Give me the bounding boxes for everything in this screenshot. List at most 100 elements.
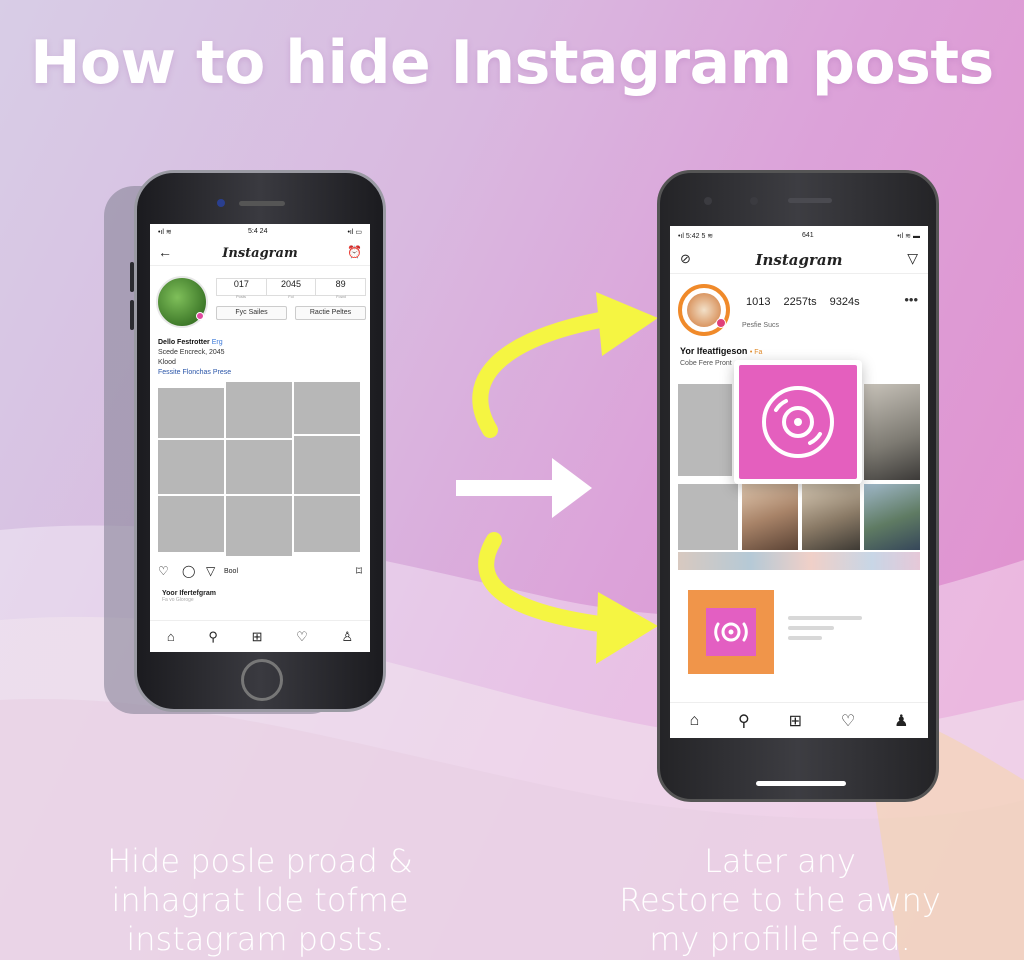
speaker-grille [239,201,285,206]
status-time: 5:4 24 [248,228,268,235]
profile-icon[interactable]: ♙ [341,629,353,645]
instagram-post-image [706,608,756,656]
stat-followers[interactable]: 2257ts [784,296,817,308]
caption-line: Later any [704,842,856,880]
comment-author[interactable]: Yoor Ifertefgram [162,590,216,597]
post-placeholder[interactable] [294,436,360,494]
home-icon[interactable]: ⌂ [167,629,175,644]
stat-followers[interactable]: 2045 [267,279,317,295]
home-button[interactable] [241,659,283,701]
caption-line: inhagrat lde tofme [111,881,409,919]
speaker-grille [788,198,832,203]
page-title: How to hide Instagram posts [30,28,994,98]
post-placeholder[interactable] [294,496,360,552]
camera-lens-icon [762,386,834,458]
post-placeholder[interactable] [678,484,738,550]
post-thumbnail[interactable] [742,484,798,550]
bottom-tab-bar: ⌂ ⚲ ⊞ ♡ ♙ [150,620,370,652]
app-title: Instagram [222,246,298,261]
heart-icon[interactable]: ♡ [158,564,169,578]
profile-name: Dello Festrotter [158,339,210,346]
stat-label: Fol [288,294,294,299]
send-icon[interactable]: ▽ [907,250,918,267]
search-icon[interactable]: ⚲ [738,711,750,731]
top-nav: ⊘ Instagram ▽ [670,246,928,274]
post-placeholder[interactable] [158,496,224,552]
top-nav: ← Instagram ⏰ [150,242,370,266]
caption-hide: Hide posle proad & inhagrat lde tofme in… [80,842,440,959]
post-placeholder[interactable] [226,440,292,494]
camera-icon [217,199,225,207]
left-phone-screen: •ıl ≋ 5:4 24 •ıl ▭ ← Instagram ⏰ 017 204… [150,224,370,652]
bio-link[interactable]: Fessite Flonchas Prese [158,368,231,378]
battery-icon: •ıl ▭ [347,229,362,236]
action-label: Bool [224,568,239,575]
add-post-icon[interactable]: ⊞ [789,711,802,731]
hidden-posts-grid [158,382,360,556]
edit-profile-label[interactable]: Pesfie Sucs [742,322,779,329]
post-placeholder[interactable] [226,496,292,556]
post-caption-placeholder [788,616,862,646]
stat-following[interactable]: 89 [316,279,365,295]
camera-icon [704,197,712,205]
feed-post-card[interactable] [688,590,774,674]
post-placeholder[interactable] [158,440,224,494]
post-thumbnail[interactable] [802,484,860,550]
post-thumbnail[interactable] [864,384,920,480]
post-placeholder[interactable] [678,384,732,476]
profile-tag[interactable]: Erg [212,339,223,346]
add-post-icon[interactable]: ⊞ [252,629,263,645]
post-thumbnail[interactable] [864,484,920,550]
profile-tag: • Fa [749,349,763,356]
bottom-tab-bar: ⌂ ⚲ ⊞ ♡ ♟ [670,702,928,738]
heart-icon[interactable]: ♡ [841,711,855,731]
restored-post-highlight[interactable] [734,360,862,484]
caption-restore: Later any Restore to the awny my profill… [590,842,970,959]
profile-bio: Dello Festrotter Erg Scede Encreck, 2045… [158,338,231,378]
avatar[interactable] [678,284,730,336]
home-indicator[interactable] [756,781,846,786]
profile-stats: 1013 2257ts 9324s [746,296,870,308]
profile-action-button[interactable]: Fyc Sailes [216,306,287,320]
post-placeholder[interactable] [226,382,292,438]
sensor-icon [750,197,758,205]
story-badge [196,312,204,320]
post-thumbnail[interactable] [678,552,920,570]
post-placeholder[interactable] [158,388,224,438]
avatar[interactable] [156,276,208,328]
bio-line: Scede Encreck, 2045 [158,349,225,356]
bio-line: Klood [158,359,176,366]
battery-icon: •ıl ≋ ▬ [897,233,920,240]
app-title: Instagram [755,251,843,269]
alarm-icon[interactable]: ⏰ [347,245,362,259]
post-placeholder[interactable] [294,382,360,434]
caption-line: Hide posle proad & [107,842,413,880]
instagram-post-image [739,365,857,479]
signal-icon: •ıl 5:42 5 ≋ [678,233,714,240]
profile-icon[interactable]: ♟ [894,711,908,731]
stat-labels: Posts Fol Fowd [216,294,366,299]
story-badge [716,318,726,328]
more-options-icon[interactable]: ••• [904,292,918,307]
signal-icon: •ıl ≋ [158,229,172,236]
stat-label: Fowd [336,294,346,299]
status-time: 641 [802,232,814,239]
stat-posts[interactable]: 1013 [746,296,770,308]
placeholder-line [788,616,862,620]
comment-row: Yoor Ifertefgram Fa vo Gloroge [162,590,216,603]
stat-posts[interactable]: 017 [217,279,267,295]
search-icon[interactable]: ⚲ [208,629,218,645]
placeholder-line [788,626,834,630]
stat-label: Posts [235,294,246,299]
comment-sub: Fa vo Gloroge [162,597,194,603]
share-icon[interactable]: ▽ [206,564,215,578]
caption-line: Restore to the awny [619,881,941,919]
post-actions: ♡ ◯ ▽ Bool ⌑ [158,564,362,580]
comment-icon[interactable]: ◯ [182,564,195,578]
home-icon[interactable]: ⌂ [689,712,699,730]
stat-following[interactable]: 9324s [830,296,860,308]
heart-icon[interactable]: ♡ [296,629,308,645]
profile-action-button[interactable]: Ractie Peltes [295,306,366,320]
profile-buttons: Fyc Sailes Ractie Peltes [216,306,366,320]
bookmark-icon[interactable]: ⌑ [356,564,362,578]
